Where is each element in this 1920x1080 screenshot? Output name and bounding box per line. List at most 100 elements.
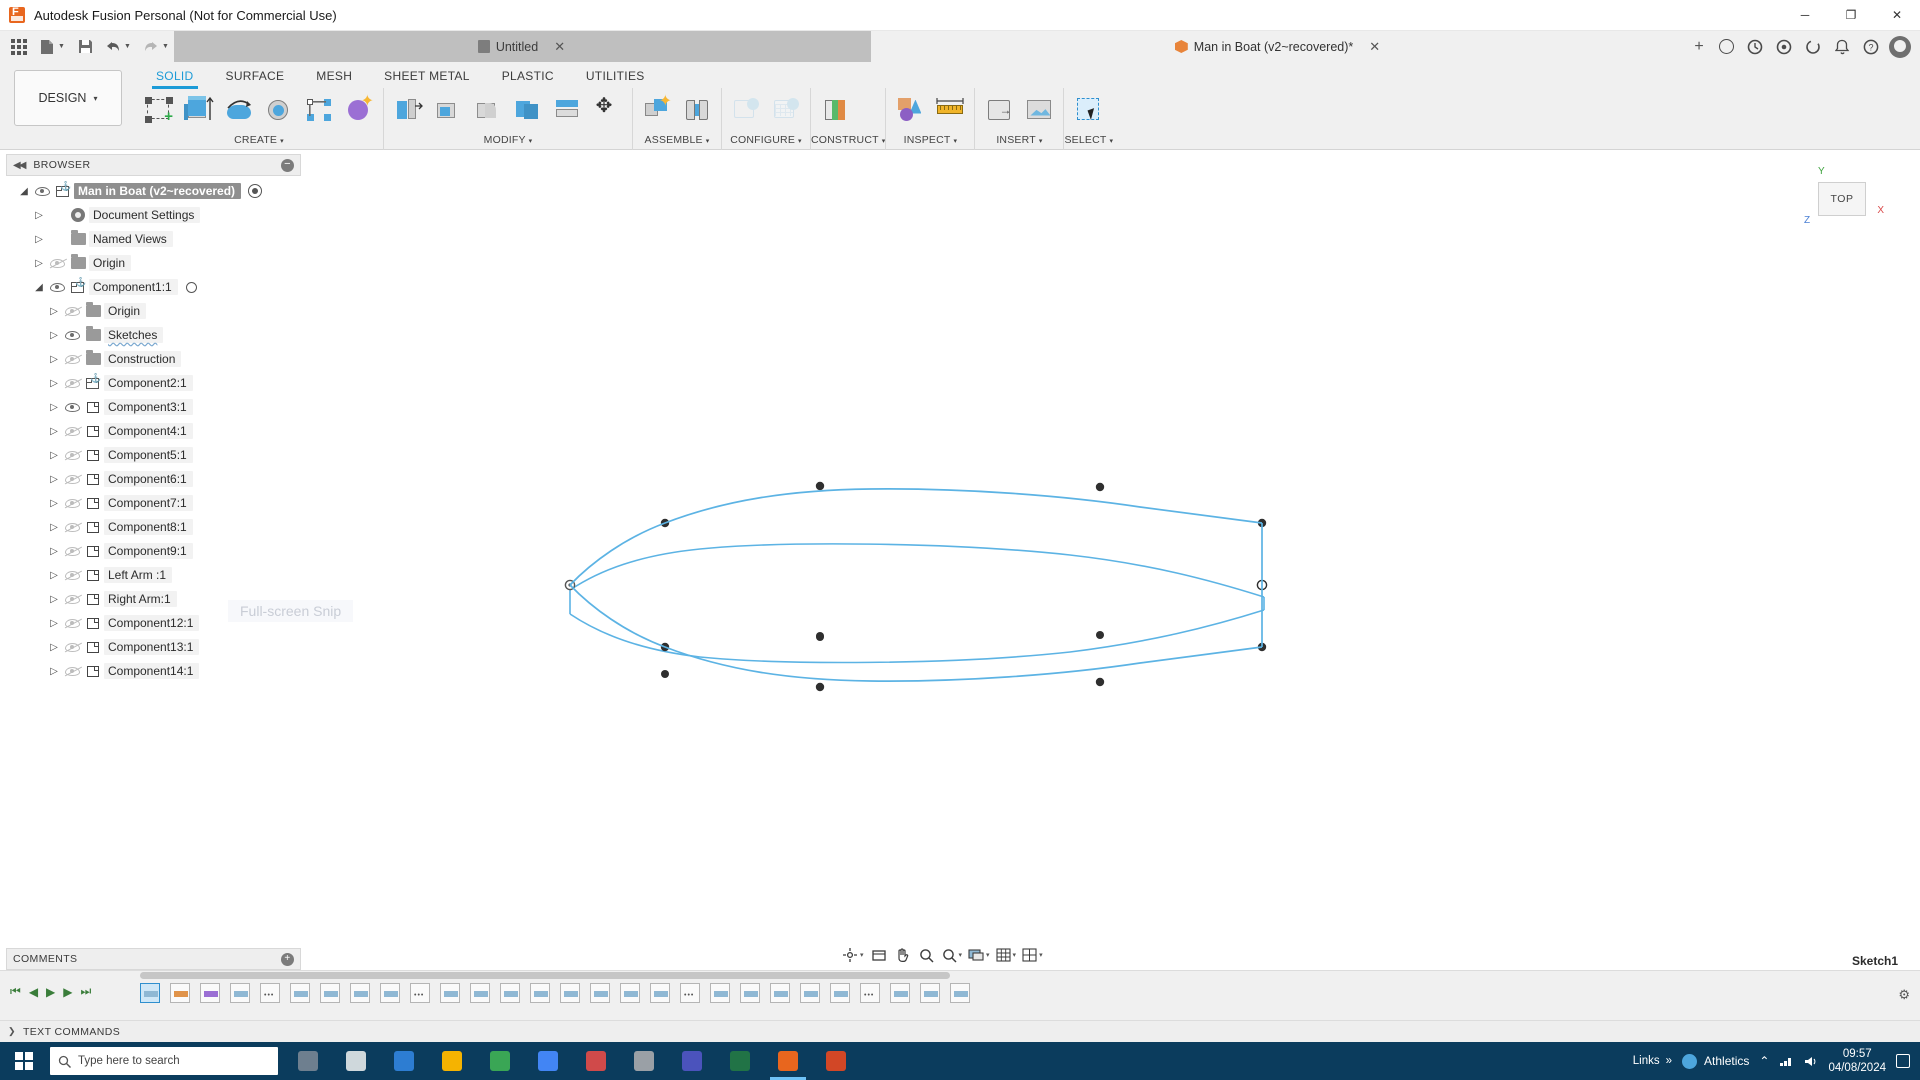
tree-item[interactable]: ▷ Component8:1 [6,515,301,539]
timeline-feature[interactable] [620,983,640,1003]
timeline-feature[interactable] [350,983,370,1003]
refresh-icon[interactable] [1799,35,1827,59]
plus-circle-icon[interactable]: + [281,952,294,966]
visibility-toggle-icon[interactable] [62,666,82,676]
new-file-icon[interactable] [34,35,60,59]
tree-item[interactable]: ◢ ⚓ Component1:1 [6,275,301,299]
text-commands-bar[interactable]: ❯ TEXT COMMANDS [0,1020,1920,1042]
taskbar-app-fusion[interactable] [764,1042,812,1080]
timeline-feature[interactable] [920,983,940,1003]
panel-label-assemble[interactable]: ASSEMBLE ▾ [633,131,721,149]
pan-button[interactable] [892,944,914,966]
panel-label-insert[interactable]: INSERT ▾ [975,131,1063,149]
visibility-toggle-icon[interactable] [62,474,82,484]
revolve-button[interactable] [219,90,259,130]
expand-arrow-open-icon[interactable]: ◢ [16,186,32,197]
expand-arrow-closed-icon[interactable]: ▷ [46,474,62,485]
tree-item[interactable]: ▷ Component14:1 [6,659,301,683]
tree-item[interactable]: ▷ Component12:1 [6,611,301,635]
tree-item[interactable]: ▷ Document Settings [6,203,301,227]
bell-icon[interactable] [1828,35,1856,59]
visibility-toggle-icon[interactable] [62,594,82,604]
tree-item[interactable]: ▷ Left Arm :1 [6,563,301,587]
timeline-feature[interactable] [290,983,310,1003]
tree-item[interactable]: ▷ Component6:1 [6,467,301,491]
visibility-toggle-icon[interactable] [62,642,82,652]
expand-arrow-closed-icon[interactable]: ▷ [46,306,62,317]
minimize-button[interactable]: ─ [1782,0,1828,31]
timeline-scrollbar[interactable] [140,972,950,979]
taskbar-clock[interactable]: 09:57 04/08/2024 [1828,1047,1886,1075]
visibility-toggle-icon[interactable] [62,570,82,580]
visibility-toggle-icon[interactable] [47,258,67,268]
visibility-toggle-icon[interactable] [62,378,82,388]
timeline-feature[interactable] [710,983,730,1003]
tree-item[interactable]: ▷ Construction [6,347,301,371]
split-body-button[interactable] [548,90,588,130]
taskbar-app-explorer[interactable] [428,1042,476,1080]
jump-start-button[interactable]: ⏮ [10,984,21,999]
step-forward-button[interactable]: ▶ [63,985,72,999]
tree-item[interactable]: ▷ Component7:1 [6,491,301,515]
expand-arrow-closed-icon[interactable]: ▷ [46,378,62,389]
timeline-feature[interactable] [590,983,610,1003]
tree-item[interactable]: ▷ Component4:1 [6,419,301,443]
visibility-toggle-icon[interactable] [62,306,82,316]
insert-canvas-button[interactable] [1019,90,1059,130]
timeline-feature[interactable] [200,983,220,1003]
tree-item[interactable]: ▷ Named Views [6,227,301,251]
timeline-feature[interactable] [530,983,550,1003]
expand-arrow-closed-icon[interactable]: ▷ [46,618,62,629]
select-tool-button[interactable] [1068,90,1108,130]
timeline-feature[interactable] [650,983,670,1003]
tree-item[interactable]: ▷ Sketches [6,323,301,347]
taskbar-app-snip[interactable] [812,1042,860,1080]
taskbar-app-media[interactable] [476,1042,524,1080]
create-sketch-button[interactable]: + [139,90,179,130]
fit-button[interactable]: ▾ [940,944,965,966]
configuration-table-button[interactable] [766,90,806,130]
extrude-button[interactable] [179,90,219,130]
taskbar-app-cortana[interactable] [284,1042,332,1080]
visibility-toggle-icon[interactable] [32,186,52,196]
expand-arrow-closed-icon[interactable]: ▷ [46,402,62,413]
visibility-toggle-icon[interactable] [62,354,82,364]
pattern-button[interactable] [299,90,339,130]
visibility-toggle-icon[interactable] [62,618,82,628]
new-component-button[interactable]: ✦ [637,90,677,130]
timeline-feature[interactable] [770,983,790,1003]
tab-solid[interactable]: SOLID [140,62,210,89]
visibility-toggle-icon[interactable] [62,522,82,532]
expand-arrow-closed-icon[interactable]: ▷ [31,234,47,245]
visibility-toggle-icon[interactable] [47,282,67,292]
combine-button[interactable] [508,90,548,130]
move-copy-button[interactable]: ✥ [588,90,628,130]
visibility-toggle-icon[interactable] [62,426,82,436]
weather-widget[interactable]: Athletics [1682,1053,1749,1069]
undo-icon[interactable] [100,35,126,59]
fillet-button[interactable] [428,90,468,130]
taskbar-app-teams[interactable] [668,1042,716,1080]
search-input[interactable]: Type here to search [50,1047,278,1075]
tab-sheet-metal[interactable]: SHEET METAL [368,62,486,89]
tree-item[interactable]: ▷ Component5:1 [6,443,301,467]
press-pull-button[interactable] [388,90,428,130]
tree-item[interactable]: ▷ Origin [6,251,301,275]
expand-arrow-closed-icon[interactable]: ▷ [31,210,47,221]
minus-circle-icon[interactable]: − [281,158,294,172]
doc-tab-man-in-boat[interactable]: Man in Boat (v2~recovered)* ✕ [870,31,1687,62]
timeline-feature[interactable] [440,983,460,1003]
notification-icon[interactable] [1896,1054,1910,1068]
timeline-feature[interactable]: ••• [260,983,280,1003]
timeline-feature[interactable] [380,983,400,1003]
shell-button[interactable] [468,90,508,130]
timeline-feature[interactable]: ••• [410,983,430,1003]
panel-label-modify[interactable]: MODIFY ▾ [384,131,632,149]
taskbar-app-settings[interactable] [620,1042,668,1080]
timeline-feature[interactable] [890,983,910,1003]
expand-arrow-closed-icon[interactable]: ▷ [46,546,62,557]
visibility-toggle-icon[interactable] [62,498,82,508]
component-activate-circle-icon[interactable] [185,281,197,293]
tree-item[interactable]: ▷ Component13:1 [6,635,301,659]
links-toolbar[interactable]: Links » [1633,1055,1672,1067]
